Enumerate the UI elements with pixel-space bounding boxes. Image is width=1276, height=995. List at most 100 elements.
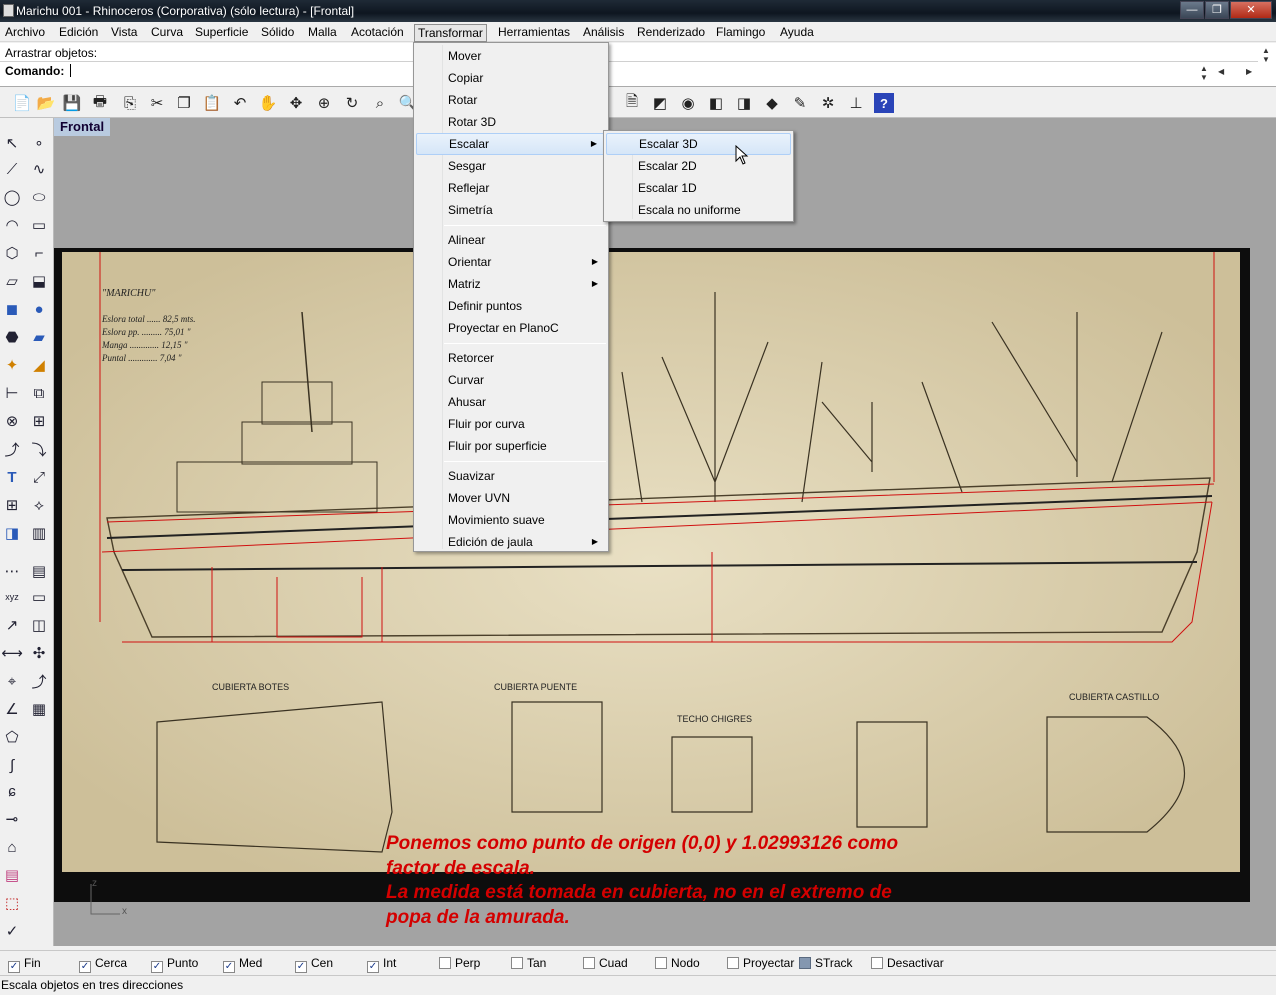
checkbox-icon[interactable] <box>871 957 883 969</box>
osnap-int[interactable]: ✓ Int <box>367 956 396 973</box>
maximize-button[interactable]: ❐ <box>1205 1 1229 19</box>
menu-flamingo[interactable]: Flamingo <box>713 24 768 42</box>
rectangle-icon[interactable]: ▭ <box>28 214 50 236</box>
pan-icon[interactable]: ✋ <box>258 93 278 113</box>
menu-vista[interactable]: Vista <box>108 24 140 42</box>
menu-item-mover[interactable]: Mover <box>416 45 606 67</box>
print-icon[interactable]: 🖶 <box>90 93 110 113</box>
history-scroll-icon[interactable]: ▲ ▼ <box>1262 46 1270 64</box>
command-spin-icon[interactable]: ▲ ▼ <box>1200 64 1208 82</box>
extend-icon[interactable]: ⤵ <box>28 438 50 460</box>
boolean-icon[interactable]: ⧉ <box>28 382 50 404</box>
scroll-right-icon[interactable]: ▶ <box>1246 67 1252 76</box>
properties-icon[interactable]: 🗎 <box>622 93 642 113</box>
gumball-icon[interactable]: ✣ <box>28 642 50 664</box>
window-icon[interactable]: ▭ <box>28 586 50 608</box>
menu-item-fluir-superficie[interactable]: Fluir por superficie <box>416 435 606 457</box>
material-icon[interactable]: ◨ <box>734 93 754 113</box>
checkbox-checked-icon[interactable]: ✓ <box>151 961 163 973</box>
menu-item-movimiento-suave[interactable]: Movimiento suave <box>416 509 606 531</box>
help-icon[interactable]: ? <box>874 93 894 113</box>
checkbox-checked-icon[interactable]: ✓ <box>223 961 235 973</box>
menu-item-matriz[interactable]: Matriz ▶ <box>416 273 606 295</box>
dimension-icon[interactable]: ↗ <box>1 614 23 636</box>
transform-icon[interactable]: ✦ <box>1 354 23 376</box>
osnap-punto[interactable]: ✓ Punto <box>151 956 198 973</box>
zebra-icon[interactable]: ▦ <box>28 698 50 720</box>
light-icon[interactable]: ◆ <box>762 93 782 113</box>
menu-item-mover-uvn[interactable]: Mover UVN <box>416 487 606 509</box>
checkbox-icon[interactable] <box>655 957 667 969</box>
mesh-icon[interactable]: ⬣ <box>1 326 23 348</box>
curve-icon[interactable]: ∿ <box>28 158 50 180</box>
command-input[interactable] <box>69 64 71 77</box>
hatch-icon[interactable]: ▥ <box>28 522 50 544</box>
menu-item-curvar[interactable]: Curvar <box>416 369 606 391</box>
menu-item-escalar-2d[interactable]: Escalar 2D <box>606 155 791 177</box>
menu-item-proyectar-planoc[interactable]: Proyectar en PlanoC <box>416 317 606 339</box>
curvature-icon[interactable]: ⊸ <box>1 808 23 830</box>
extrude-icon[interactable]: ⬓ <box>28 270 50 292</box>
color-icon[interactable]: ◉ <box>678 93 698 113</box>
checkmark-icon[interactable]: ✓ <box>1 920 23 942</box>
explode-icon[interactable]: ⊗ <box>1 410 23 432</box>
analyze-icon[interactable]: ⌖ <box>1 670 23 692</box>
copy-icon[interactable]: ❐ <box>174 93 194 113</box>
paste-icon[interactable]: 📋 <box>202 93 222 113</box>
cplane-icon[interactable]: ⊥ <box>846 93 866 113</box>
arc-icon[interactable]: ◠ <box>1 214 23 236</box>
checkbox-checked-icon[interactable]: ✓ <box>367 961 379 973</box>
import-icon[interactable]: ⎘ <box>120 93 140 113</box>
save-icon[interactable]: 💾 <box>62 93 82 113</box>
menu-malla[interactable]: Malla <box>305 24 340 42</box>
menu-analisis[interactable]: Análisis <box>580 24 627 42</box>
osnap-cerca[interactable]: ✓ Cerca <box>79 956 127 973</box>
menu-item-escalar[interactable]: Escalar ▶ <box>416 133 606 155</box>
text-icon[interactable]: T <box>1 466 23 488</box>
menu-item-rotar-3d[interactable]: Rotar 3D <box>416 111 606 133</box>
polygon-icon[interactable]: ⬡ <box>1 242 23 264</box>
menu-superficie[interactable]: Superficie <box>192 24 251 42</box>
checkbox-icon[interactable] <box>799 957 811 969</box>
menu-edicion[interactable]: Edición <box>56 24 101 42</box>
layout-icon[interactable]: ▤ <box>28 560 50 582</box>
nurbs-icon[interactable]: ɕ <box>1 780 23 802</box>
plane-icon[interactable]: ▰ <box>28 326 50 348</box>
menu-ayuda[interactable]: Ayuda <box>777 24 817 42</box>
surface-icon[interactable]: ▱ <box>1 270 23 292</box>
osnap-proyectar[interactable]: Proyectar <box>727 956 794 970</box>
array-icon[interactable]: ⊞ <box>1 494 23 516</box>
osnap-cuad[interactable]: Cuad <box>583 956 628 970</box>
menu-item-fluir-curva[interactable]: Fluir por curva <box>416 413 606 435</box>
render-icon[interactable]: ◧ <box>706 93 726 113</box>
ellipse-icon[interactable]: ⬭ <box>28 186 50 208</box>
close-button[interactable]: ✕ <box>1230 1 1272 19</box>
mass-icon[interactable]: ⌂ <box>1 836 23 858</box>
menu-item-retorcer[interactable]: Retorcer <box>416 347 606 369</box>
menu-item-rotar[interactable]: Rotar <box>416 89 606 111</box>
checkbox-icon[interactable] <box>511 957 523 969</box>
menu-transformar[interactable]: Transformar <box>414 24 487 42</box>
menu-item-orientar[interactable]: Orientar ▶ <box>416 251 606 273</box>
osnap-tan[interactable]: Tan <box>511 956 546 970</box>
offset-icon[interactable]: ⤢ <box>28 466 50 488</box>
menu-acotacion[interactable]: Acotación <box>348 24 407 42</box>
menu-item-suavizar[interactable]: Suavizar <box>416 465 606 487</box>
checkbox-checked-icon[interactable]: ✓ <box>79 961 91 973</box>
menu-item-ahusar[interactable]: Ahusar <box>416 391 606 413</box>
cube-icon[interactable]: ⬚ <box>1 892 23 914</box>
new-icon[interactable]: 📄 <box>12 93 32 113</box>
cut-icon[interactable]: ✂ <box>147 93 167 113</box>
checkbox-icon[interactable] <box>439 957 451 969</box>
viewport-tab[interactable]: Frontal <box>54 118 111 136</box>
sphere-icon[interactable]: ● <box>28 298 50 320</box>
fillet-icon[interactable]: ⌐ <box>28 242 50 264</box>
undo-icon[interactable]: ↶ <box>230 93 250 113</box>
move-view-icon[interactable]: ✥ <box>286 93 306 113</box>
menu-curva[interactable]: Curva <box>148 24 186 42</box>
polyline-icon[interactable]: ⟋ <box>1 158 23 180</box>
point-icon[interactable]: ∘ <box>28 132 50 154</box>
menu-herramientas[interactable]: Herramientas <box>495 24 573 42</box>
minimize-button[interactable]: — <box>1180 1 1204 19</box>
menu-item-escalar-1d[interactable]: Escalar 1D <box>606 177 791 199</box>
